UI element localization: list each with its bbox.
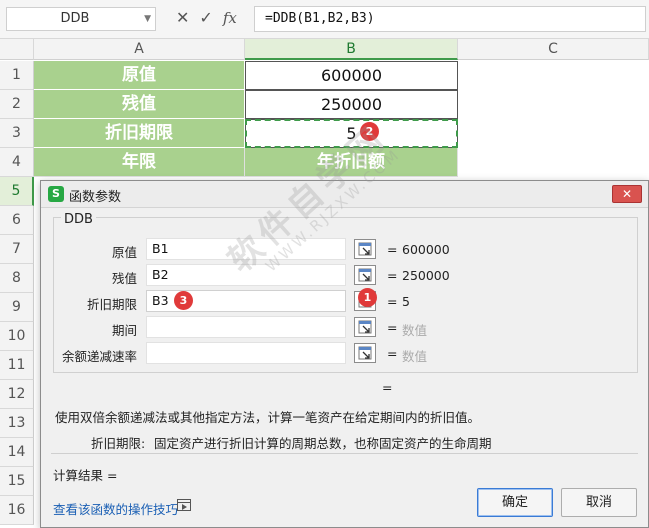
arg-label-life: 折旧期限: [86, 297, 137, 312]
fx-icon[interactable]: fx: [223, 9, 237, 27]
name-box-value: DDB: [60, 11, 90, 26]
range-select-button-factor[interactable]: [354, 343, 376, 363]
row-header-2[interactable]: 2: [0, 90, 34, 119]
formula-input[interactable]: =DDB(B1,B2,B3): [254, 6, 646, 32]
arg-result-period: 数值: [402, 323, 428, 338]
row-header-9[interactable]: 9: [0, 293, 34, 322]
row-header-13[interactable]: 13: [0, 409, 34, 438]
function-arguments-dialog: S 函数参数 ✕ DDB 原值 B1 = 600000 残值 B2 = 2500…: [40, 180, 649, 528]
close-button[interactable]: ✕: [612, 185, 642, 203]
check-icon[interactable]: ✓: [199, 8, 212, 27]
divider: [51, 453, 638, 454]
range-select-icon: [358, 320, 372, 334]
cell-a3[interactable]: 折旧期限: [34, 119, 245, 148]
column-header-b[interactable]: B: [245, 39, 458, 60]
cell-b1[interactable]: 600000: [245, 61, 458, 90]
arg-label-salvage: 残值: [111, 271, 137, 286]
calc-result: 计算结果 =: [53, 468, 118, 483]
range-select-button-salvage[interactable]: [354, 265, 376, 285]
arg-eq-factor: =: [387, 346, 398, 361]
row-header-1[interactable]: 1: [0, 61, 34, 90]
select-all-corner[interactable]: [0, 39, 34, 60]
range-select-button-cost[interactable]: [354, 239, 376, 259]
arg-eq-period: =: [387, 320, 398, 335]
row-header-14[interactable]: 14: [0, 438, 34, 467]
arg-eq-life: =: [387, 294, 398, 309]
arg-result-cost: 600000: [402, 242, 450, 257]
arg-result-life: 5: [402, 294, 410, 309]
range-select-icon: [358, 346, 372, 360]
row-header-10[interactable]: 10: [0, 322, 34, 351]
param-description-text: 固定资产进行折旧计算的周期总数，也称固定资产的生命周期: [154, 436, 492, 451]
cell-a2[interactable]: 残值: [34, 90, 245, 119]
arg-input-period[interactable]: [146, 316, 346, 338]
cell-b2[interactable]: 250000: [245, 90, 458, 119]
cancel-icon[interactable]: ✕: [176, 8, 189, 27]
arg-eq-cost: =: [387, 242, 398, 257]
row-header-5[interactable]: 5: [0, 177, 34, 206]
column-header-a[interactable]: A: [34, 39, 245, 60]
row-header-6[interactable]: 6: [0, 206, 34, 235]
wps-logo-icon: S: [48, 186, 64, 202]
range-select-icon: [358, 268, 372, 282]
row-header-8[interactable]: 8: [0, 264, 34, 293]
row-header-12[interactable]: 12: [0, 380, 34, 409]
arg-label-period: 期间: [111, 323, 137, 338]
row-header-11[interactable]: 11: [0, 351, 34, 380]
name-box[interactable]: DDB ▼: [6, 7, 156, 31]
function-result-eq: =: [382, 380, 393, 395]
arg-label-cost: 原值: [111, 245, 137, 260]
range-select-button-period[interactable]: [354, 317, 376, 337]
formula-bar: DDB ▼ ✕ ✓ fx =DDB(B1,B2,B3): [0, 0, 649, 39]
range-select-icon: [358, 242, 372, 256]
video-icon[interactable]: [177, 499, 191, 511]
column-header-c[interactable]: C: [458, 39, 649, 60]
cell-a4[interactable]: 年限: [34, 148, 245, 177]
step-badge-3: 3: [174, 291, 193, 310]
param-description-label: 折旧期限:: [91, 436, 146, 451]
step-badge-1: 1: [358, 288, 377, 307]
arg-input-factor[interactable]: [146, 342, 346, 364]
row-header-3[interactable]: 3: [0, 119, 34, 148]
formula-actions: ✕ ✓ fx: [176, 8, 247, 27]
function-name: DDB: [61, 212, 96, 227]
dialog-title: 函数参数: [69, 190, 122, 205]
row-header-16[interactable]: 16: [0, 496, 34, 525]
formula-text: =DDB(B1,B2,B3): [265, 11, 375, 26]
cancel-button[interactable]: 取消: [561, 488, 637, 517]
help-link[interactable]: 查看该函数的操作技巧: [53, 499, 178, 518]
function-description: 使用双倍余额递减法或其他指定方法，计算一笔资产在给定期间内的折旧值。: [55, 410, 481, 425]
row-header-7[interactable]: 7: [0, 235, 34, 264]
arg-eq-salvage: =: [387, 268, 398, 283]
row-header-4[interactable]: 4: [0, 148, 34, 177]
chevron-down-icon[interactable]: ▼: [144, 14, 151, 24]
row-header-15[interactable]: 15: [0, 467, 34, 496]
arg-result-salvage: 250000: [402, 268, 450, 283]
arg-label-factor: 余额递减速率: [61, 349, 137, 364]
ok-button[interactable]: 确定: [477, 488, 553, 517]
cell-a1[interactable]: 原值: [34, 61, 245, 90]
arg-result-factor: 数值: [402, 349, 428, 364]
